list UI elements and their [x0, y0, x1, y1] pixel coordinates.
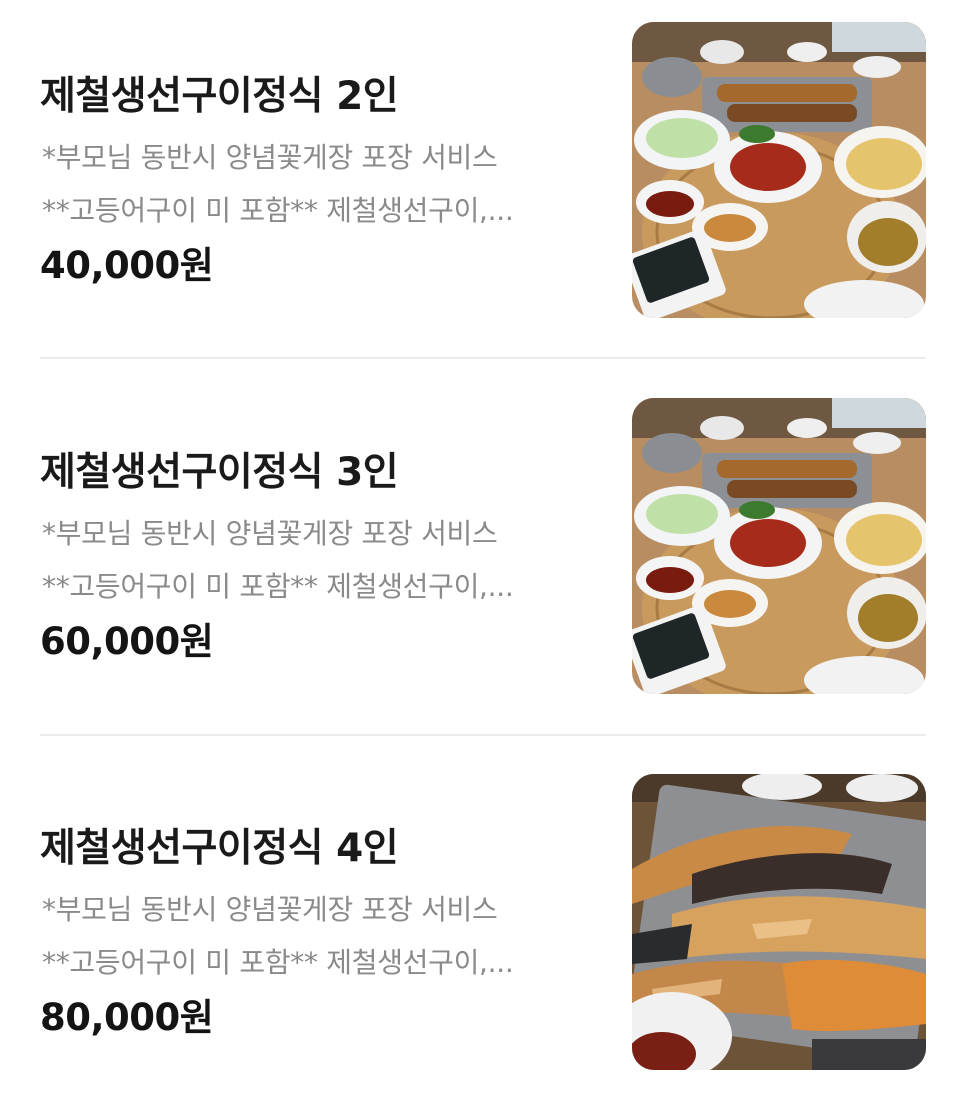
menu-item-description-line1: *부모님 동반시 양념꽃게장 포장 서비스: [42, 893, 498, 926]
menu-item-price: 60,000원: [40, 620, 214, 663]
menu-item-description-line1: *부모님 동반시 양념꽃게장 포장 서비스: [42, 141, 498, 174]
menu-list: 제철생선구이정식 2인 *부모님 동반시 양념꽃게장 포장 서비스 **고등어구…: [0, 0, 966, 1108]
menu-item-set-4[interactable]: 제철생선구이정식 4인 *부모님 동반시 양념꽃게장 포장 서비스 **고등어구…: [40, 774, 926, 1070]
menu-item-description-line1: *부모님 동반시 양념꽃게장 포장 서비스: [42, 517, 498, 550]
menu-item-set-2[interactable]: 제철생선구이정식 2인 *부모님 동반시 양념꽃게장 포장 서비스 **고등어구…: [40, 22, 926, 318]
menu-item-description-line2: **고등어구이 미 포함** 제철생선구이,...: [42, 194, 514, 227]
item-divider: [40, 734, 926, 736]
menu-item-photo-grilled-fish[interactable]: [632, 774, 926, 1070]
item-divider: [40, 357, 926, 359]
menu-item-name: 제철생선구이정식 2인: [40, 74, 399, 119]
menu-item-photo-table-spread[interactable]: [632, 22, 926, 318]
menu-item-price: 40,000원: [40, 244, 214, 287]
menu-item-description-line2: **고등어구이 미 포함** 제철생선구이,...: [42, 946, 514, 979]
menu-item-description-line2: **고등어구이 미 포함** 제철생선구이,...: [42, 570, 514, 603]
menu-item-name: 제철생선구이정식 3인: [40, 450, 399, 495]
menu-item-photo-table-spread[interactable]: [632, 398, 926, 694]
menu-item-set-3[interactable]: 제철생선구이정식 3인 *부모님 동반시 양념꽃게장 포장 서비스 **고등어구…: [40, 398, 926, 694]
menu-item-name: 제철생선구이정식 4인: [40, 826, 399, 871]
menu-item-price: 80,000원: [40, 996, 214, 1039]
